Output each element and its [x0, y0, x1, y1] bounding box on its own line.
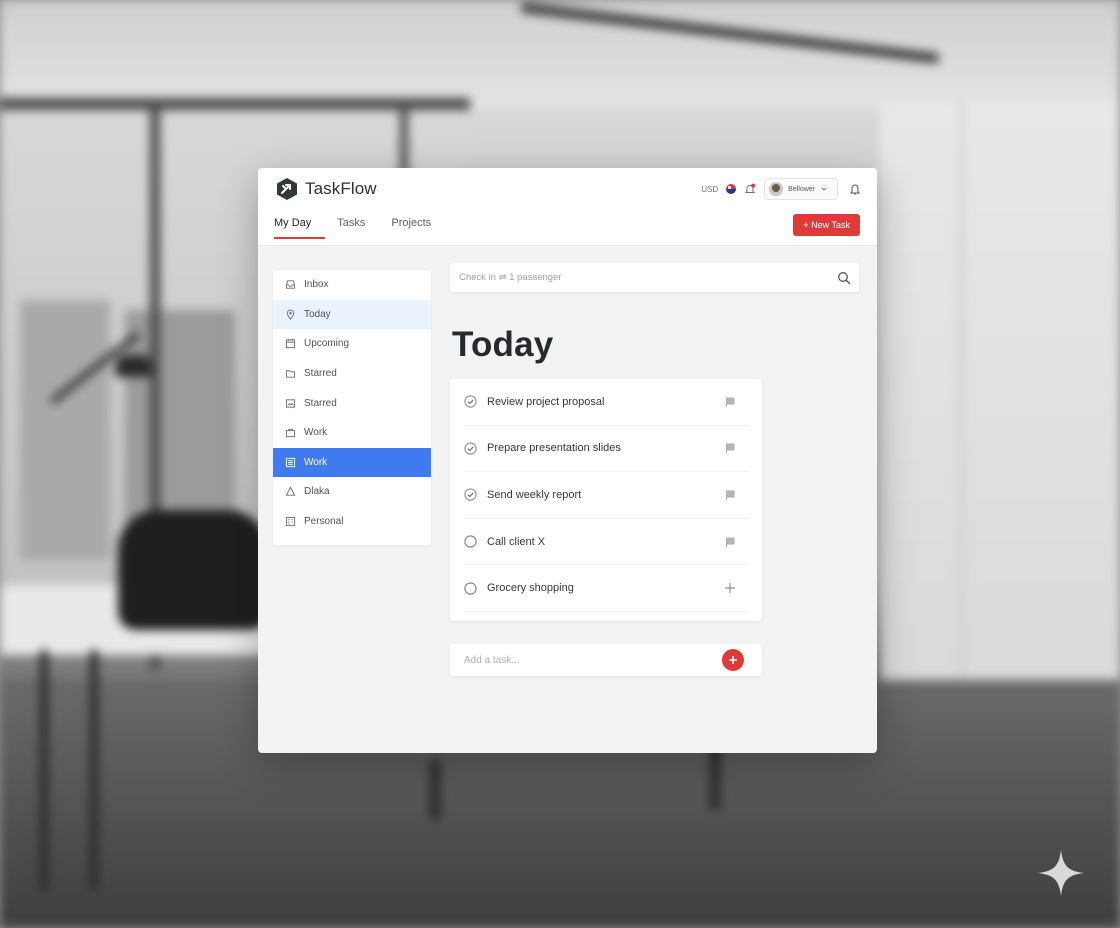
- us-flag-icon[interactable]: [726, 184, 737, 194]
- calendar-icon: [285, 339, 296, 349]
- task-title: Call client X: [487, 535, 546, 548]
- taskflow-logo-icon: [277, 178, 297, 200]
- flag-icon[interactable]: [724, 536, 736, 548]
- checked-circle-icon[interactable]: [464, 488, 477, 502]
- task-row[interactable]: Grocery shopping: [464, 565, 748, 612]
- sparkle-icon: [1038, 850, 1084, 896]
- empty-circle-icon[interactable]: [464, 582, 477, 595]
- sidebar-item-label: Work: [304, 427, 328, 439]
- image-icon: [285, 399, 296, 408]
- profile-menu[interactable]: Bellower: [764, 178, 838, 200]
- sidebar-item-personal[interactable]: Personal: [273, 507, 431, 537]
- app-header: TaskFlow USD Bellower My Day Tasks Proje…: [258, 168, 877, 246]
- search-input[interactable]: [450, 271, 837, 284]
- task-list: Review project proposal Prepare presenta…: [450, 379, 762, 621]
- sidebar-item-label: Starred: [304, 397, 337, 409]
- plus-icon: [729, 656, 737, 664]
- wall: [880, 100, 1120, 720]
- brand[interactable]: TaskFlow: [275, 177, 377, 201]
- triangle-icon: [285, 486, 296, 497]
- task-title: Grocery shopping: [487, 582, 574, 595]
- desk-leg: [90, 650, 98, 890]
- checked-circle-icon[interactable]: [464, 395, 477, 408]
- desk-lamp-head: [115, 355, 151, 377]
- sidebar-item-upcoming[interactable]: Upcoming: [273, 329, 431, 359]
- plus-icon[interactable]: [724, 582, 736, 594]
- tab-my-day[interactable]: My Day: [274, 217, 326, 239]
- header-tools: USD Bellower: [701, 178, 861, 200]
- add-task-input[interactable]: [450, 653, 722, 667]
- profile-name: Bellower: [788, 185, 815, 193]
- sidebar-item-label: Upcoming: [304, 338, 350, 350]
- sidebar-item-work[interactable]: Work: [273, 418, 431, 448]
- add-task-button[interactable]: [722, 649, 744, 671]
- task-row[interactable]: Send weekly report: [464, 472, 748, 519]
- sidebar-item-starred-2[interactable]: Starred: [273, 388, 431, 418]
- task-row[interactable]: Review project proposal: [464, 379, 748, 426]
- bag-icon: [285, 429, 296, 438]
- task-row[interactable]: Call client X: [464, 519, 748, 566]
- search-icon[interactable]: [837, 271, 851, 285]
- location-pin-icon: [286, 309, 295, 320]
- wall-seam: [960, 100, 963, 720]
- sidebar: Inbox Today Upcoming Starred Starred Wor…: [273, 270, 431, 545]
- task-title: Review project proposal: [487, 395, 605, 408]
- sidebar-item-label: Personal: [304, 516, 344, 528]
- page-title: Today: [452, 325, 554, 364]
- task-title: Prepare presentation slides: [487, 442, 621, 455]
- sidebar-item-label: Inbox: [304, 279, 329, 291]
- desk-leg: [40, 650, 48, 890]
- window-frame: [0, 98, 470, 110]
- sidebar-item-today[interactable]: Today: [273, 299, 431, 330]
- flag-icon[interactable]: [724, 396, 736, 408]
- app-name: TaskFlow: [305, 179, 377, 198]
- currency-selector[interactable]: USD: [701, 185, 718, 194]
- inbox-icon: [285, 280, 296, 289]
- notification-bell-icon[interactable]: [744, 183, 756, 195]
- sidebar-item-label: Dlaka: [304, 486, 330, 498]
- sidebar-item-dlaka[interactable]: Dlaka: [273, 477, 431, 507]
- sidebar-item-inbox[interactable]: Inbox: [273, 270, 431, 300]
- list-icon: [285, 457, 296, 467]
- task-title: Send weekly report: [487, 488, 582, 501]
- building: [20, 300, 110, 560]
- checked-circle-icon[interactable]: [464, 442, 477, 455]
- bell-icon[interactable]: [849, 183, 861, 195]
- empty-circle-icon[interactable]: [464, 535, 477, 548]
- office-chair: [118, 510, 268, 630]
- flag-icon[interactable]: [724, 442, 736, 454]
- app-window: TaskFlow USD Bellower My Day Tasks Proje…: [258, 168, 877, 753]
- main-tabs: My Day Tasks Projects: [274, 217, 457, 239]
- chevron-down-icon: [821, 187, 827, 191]
- tab-projects[interactable]: Projects: [391, 217, 445, 238]
- task-row[interactable]: Prepare presentation slides: [464, 426, 748, 473]
- sidebar-item-label: Today: [304, 308, 331, 320]
- tab-tasks[interactable]: Tasks: [337, 217, 379, 238]
- avatar: [769, 182, 784, 196]
- add-task-bar: [450, 644, 762, 676]
- sidebar-item-work-selected[interactable]: Work: [273, 447, 431, 478]
- chair-leg: [430, 760, 440, 820]
- sidebar-item-label: Work: [304, 456, 328, 468]
- search-bar: [450, 263, 859, 292]
- folder-icon: [285, 370, 296, 378]
- sidebar-item-starred[interactable]: Starred: [273, 359, 431, 389]
- flag-icon[interactable]: [724, 489, 736, 501]
- grid-icon: [285, 516, 296, 527]
- sidebar-item-label: Starred: [304, 368, 337, 380]
- new-task-button[interactable]: + New Task: [793, 214, 860, 236]
